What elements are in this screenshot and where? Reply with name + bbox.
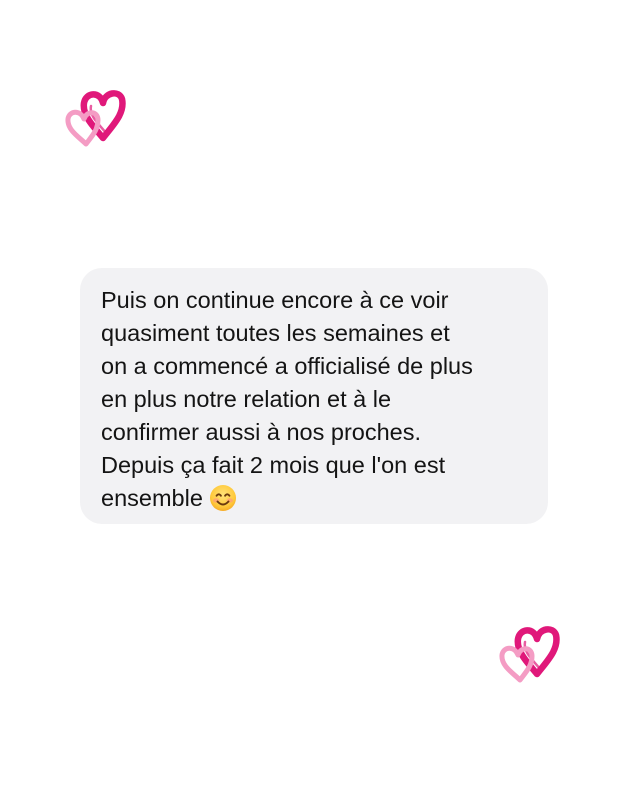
- smiling-face-icon: [209, 484, 237, 512]
- message-body: Puis on continue encore à ce voir quasim…: [101, 287, 473, 511]
- double-hearts-icon: [496, 622, 576, 694]
- double-hearts-icon: [62, 86, 142, 158]
- message-bubble: Puis on continue encore à ce voir quasim…: [80, 268, 548, 524]
- double-hearts-graphic: [499, 626, 560, 683]
- double-hearts-graphic: [65, 90, 126, 147]
- message-text: Puis on continue encore à ce voir quasim…: [101, 284, 528, 515]
